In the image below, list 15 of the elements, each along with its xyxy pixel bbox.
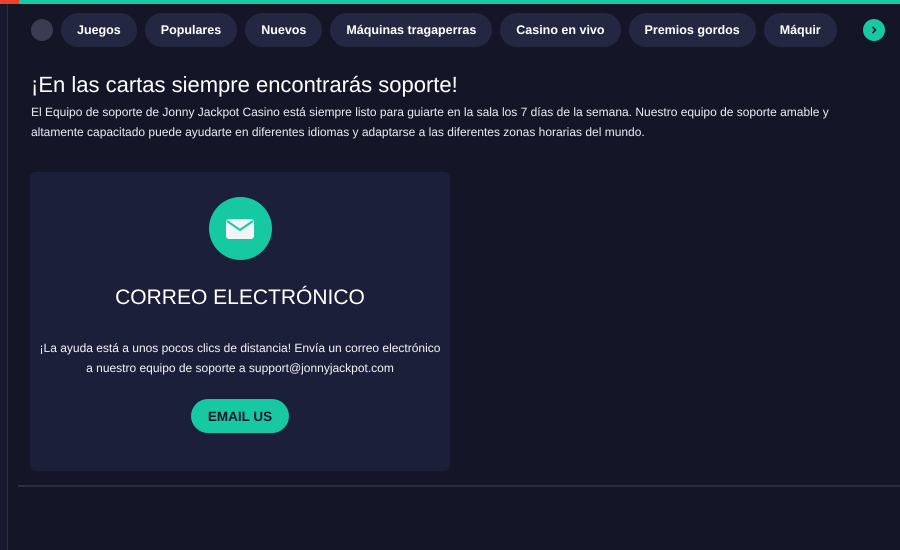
chevron-right-icon [869,25,879,35]
card-text: ¡La ayuda está a unos pocos clics de distancia! Envía un correo electrónico a nuestro equipo de soporte a support@jonnyjackpot.com [38,340,442,377]
category-tab[interactable]: Populares [144,13,238,47]
category-tab[interactable]: Máquinas tragaperras [330,13,492,47]
category-tab[interactable]: Casino en vivo [500,13,621,47]
next-arrow-button[interactable] [863,19,885,41]
envelope-icon [226,218,254,238]
category-tab[interactable]: Juegos [61,13,137,47]
category-tab[interactable]: Nuevos [245,13,322,47]
page-heading: ¡En las cartas siempre encontrarás soporte! [31,72,459,98]
intro-paragraph: El Equipo de soporte de Jonny Jackpot Casino está siempre listo para guiarte en la sala los 7 días de la semana. Nuestro equipo de soporte amable y altamente capacitado puede ayudarte en diferentes idiomas y adaptarse a las diferentes zonas horarias del mundo. [31,104,830,141]
category-tab[interactable]: Máquir [764,13,837,47]
email-us-button[interactable]: EMAIL US [190,399,290,433]
card-title: CORREO ELECTRÓNICO [115,286,365,310]
category-tab[interactable]: Premios gordos [628,13,756,47]
